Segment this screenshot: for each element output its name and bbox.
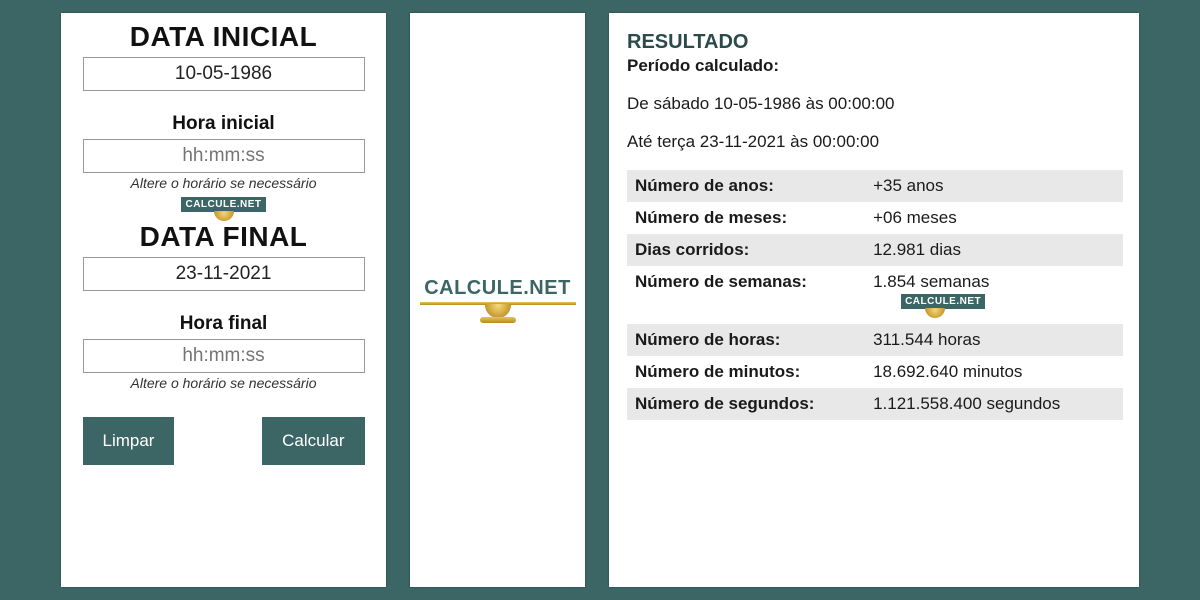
result-table: Número de anos: +35 anos Número de meses… [627,170,1123,420]
weeks-value-cell: 1.854 semanas CALCULE.NET [865,266,1123,324]
period-label: Período calculado: [627,56,1123,76]
years-value: +35 anos [865,170,1123,202]
brand-mini-text: CALCULE.NET [181,197,265,212]
scale-stand-icon [485,304,511,318]
scale-icon [214,211,234,221]
months-value: +06 meses [865,202,1123,234]
final-time-label: Hora final [180,313,268,335]
initial-time-label: Hora inicial [172,113,274,135]
brand-mini-text-result: CALCULE.NET [901,294,985,309]
row-hours: Número de horas: 311.544 horas [627,324,1123,356]
initial-time-input[interactable] [83,139,365,173]
final-date-input[interactable] [83,257,365,291]
hours-label: Número de horas: [627,324,865,356]
final-time-input[interactable] [83,339,365,373]
result-heading: RESULTADO [627,31,1123,54]
seconds-label: Número de segundos: [627,388,865,420]
period-to: Até terça 23-11-2021 às 00:00:00 [627,132,1123,152]
weeks-value: 1.854 semanas [873,272,989,291]
row-years: Número de anos: +35 anos [627,170,1123,202]
hours-value: 311.544 horas [865,324,1123,356]
button-row: Limpar Calcular [83,417,365,465]
days-label: Dias corridos: [627,234,865,266]
scale-base-icon [480,317,516,323]
brand-text: CALCULE.NET [424,277,571,300]
period-from: De sábado 10-05-1986 às 00:00:00 [627,94,1123,114]
heading-final-date: DATA FINAL [140,221,308,253]
final-time-hint: Altere o horário se necessário [131,375,317,391]
weeks-label: Número de semanas: [627,266,865,324]
brand-logo: CALCULE.NET [420,277,576,323]
days-value: 12.981 dias [865,234,1123,266]
minutes-label: Número de minutos: [627,356,865,388]
row-seconds: Número de segundos: 1.121.558.400 segund… [627,388,1123,420]
brand-mini-logo: CALCULE.NET [181,197,265,221]
months-label: Número de meses: [627,202,865,234]
years-label: Número de anos: [627,170,865,202]
row-minutes: Número de minutos: 18.692.640 minutos [627,356,1123,388]
row-days: Dias corridos: 12.981 dias [627,234,1123,266]
minutes-value: 18.692.640 minutos [865,356,1123,388]
clear-button[interactable]: Limpar [83,417,175,465]
initial-time-hint: Altere o horário se necessário [131,175,317,191]
heading-initial-date: DATA INICIAL [130,21,317,53]
seconds-value: 1.121.558.400 segundos [865,388,1123,420]
row-months: Número de meses: +06 meses [627,202,1123,234]
scale-icon-result [925,308,945,318]
logo-panel: CALCULE.NET [410,13,585,587]
result-panel: RESULTADO Período calculado: De sábado 1… [609,13,1139,587]
form-panel: DATA INICIAL Hora inicial Altere o horár… [61,13,386,587]
brand-mini-logo-result: CALCULE.NET [901,294,1115,318]
initial-date-input[interactable] [83,57,365,91]
calculate-button[interactable]: Calcular [262,417,364,465]
row-weeks: Número de semanas: 1.854 semanas CALCULE… [627,266,1123,324]
